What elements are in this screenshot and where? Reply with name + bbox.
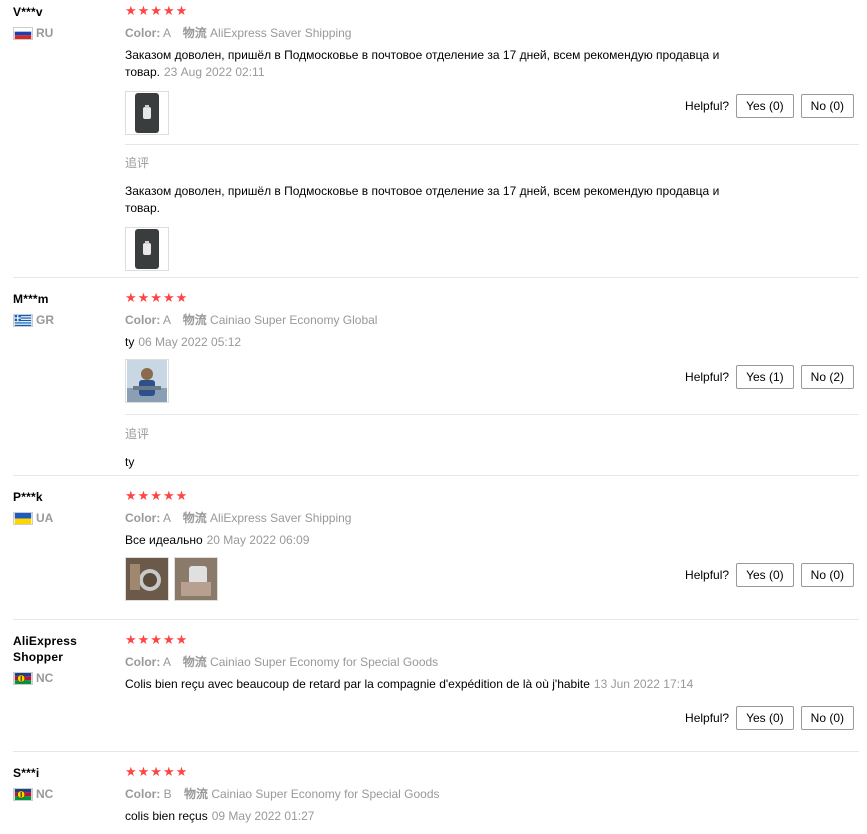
country-code: UA [36, 511, 54, 525]
review-photo-thumbnail[interactable] [125, 557, 169, 601]
review-date: 13 Jun 2022 17:14 [593, 677, 694, 691]
review-date: 20 May 2022 06:09 [206, 533, 310, 547]
review-photo-thumbnail[interactable] [174, 557, 218, 601]
flag-greece-icon [13, 313, 33, 327]
review-photo-thumbnail[interactable] [125, 91, 169, 135]
color-value: B [163, 787, 172, 801]
star-rating: ★★★★★ [125, 632, 189, 647]
append-review-text: Заказом доволен, пришёл в Подмосковье в … [125, 184, 720, 215]
reviewer-name: M***m [13, 292, 49, 306]
color-value: A [163, 313, 171, 327]
helpful-no-button[interactable]: No (0) [800, 94, 854, 118]
order-info: Color: B 物流 Cainiao Super Economy for Sp… [125, 787, 440, 801]
star-rating: ★★★★★ [125, 290, 189, 305]
flag-new-caledonia-icon [13, 787, 33, 801]
star-rating: ★★★★★ [125, 488, 189, 503]
order-info: Color: A 物流 AliExpress Saver Shipping [125, 511, 352, 525]
shipping-method: Cainiao Super Economy for Special Goods [210, 655, 439, 669]
flag-russia-icon [13, 26, 33, 40]
reviewer-info: P***k UA [13, 489, 113, 525]
review-body: ★★★★★ Color: B 物流 Cainiao Super Economy … [125, 765, 859, 825]
helpful-no-button[interactable]: No (2) [800, 365, 854, 389]
reviewer-country: GR [13, 313, 113, 327]
reviewer-info: S***i NC [13, 765, 113, 801]
order-info: Color: A 物流 Cainiao Super Economy Global [125, 313, 378, 327]
helpful-vote: Helpful? Yes (1) No (2) [685, 365, 854, 389]
helpful-vote: Helpful? Yes (0) No (0) [685, 94, 854, 118]
reviewer-country: NC [13, 787, 113, 801]
append-review-label: 追评 [125, 427, 150, 441]
reviewer-country: RU [13, 26, 113, 40]
country-code: NC [36, 787, 54, 801]
helpful-yes-button[interactable]: Yes (0) [736, 706, 794, 730]
review-photo-thumbnail[interactable] [125, 227, 169, 271]
helpful-yes-button[interactable]: Yes (0) [736, 563, 794, 587]
review-text: Заказом доволен, пришёл в Подмосковье в … [125, 48, 720, 79]
append-review-label: 追评 [125, 156, 150, 170]
review-date: 09 May 2022 01:27 [211, 809, 315, 823]
color-value: A [163, 26, 171, 40]
shipping-method: Cainiao Super Economy Global [210, 313, 378, 327]
flag-ukraine-icon [13, 511, 33, 525]
order-info: Color: A 物流 AliExpress Saver Shipping [125, 26, 352, 40]
helpful-no-button[interactable]: No (0) [800, 706, 854, 730]
flag-new-caledonia-icon [13, 671, 33, 685]
reviewer-country: NC [13, 671, 113, 685]
review-text: ty 06 May 2022 05:12 [125, 335, 242, 349]
helpful-yes-button[interactable]: Yes (0) [736, 94, 794, 118]
review-photo-thumbnail[interactable] [125, 359, 169, 403]
color-value: A [163, 655, 171, 669]
star-rating: ★★★★★ [125, 764, 189, 779]
helpful-no-button[interactable]: No (0) [800, 563, 854, 587]
shipping-method: AliExpress Saver Shipping [210, 511, 352, 525]
review-body: ★★★★★ Color: A 物流 Cainiao Super Economy … [125, 633, 859, 693]
append-review: 追评 Заказом доволен, пришёл в Подмосковье… [125, 154, 859, 271]
country-code: GR [36, 313, 54, 327]
star-rating: ★★★★★ [125, 3, 189, 18]
reviewer-name: S***i [13, 766, 40, 780]
review-date: 23 Aug 2022 02:11 [163, 65, 265, 79]
review-date: 06 May 2022 05:12 [138, 335, 242, 349]
shipping-method: AliExpress Saver Shipping [210, 26, 352, 40]
shipping-method: Cainiao Super Economy for Special Goods [211, 787, 440, 801]
reviewer-info: M***m GR [13, 291, 113, 327]
review-text: Все идеально 20 May 2022 06:09 [125, 533, 310, 547]
append-review-text: ty [125, 455, 135, 469]
country-code: NC [36, 671, 54, 685]
reviewer-name: AliExpress Shopper [13, 634, 78, 664]
reviewer-country: UA [13, 511, 113, 525]
reviewer-name: V***v [13, 5, 43, 19]
country-code: RU [36, 26, 54, 40]
order-info: Color: A 物流 Cainiao Super Economy for Sp… [125, 655, 439, 669]
append-review: 追评 ty [125, 425, 859, 471]
review-text: Colis bien reçu avec beaucoup de retard … [125, 677, 694, 691]
reviewer-info: AliExpress Shopper NC [13, 633, 113, 685]
helpful-vote: Helpful? Yes (0) No (0) [685, 563, 854, 587]
review-text: colis bien reçus 09 May 2022 01:27 [125, 809, 315, 823]
reviewer-name: P***k [13, 490, 43, 504]
helpful-vote: Helpful? Yes (0) No (0) [685, 706, 854, 730]
helpful-yes-button[interactable]: Yes (1) [736, 365, 794, 389]
reviewer-info: V***v RU [13, 4, 113, 40]
color-value: A [163, 511, 171, 525]
